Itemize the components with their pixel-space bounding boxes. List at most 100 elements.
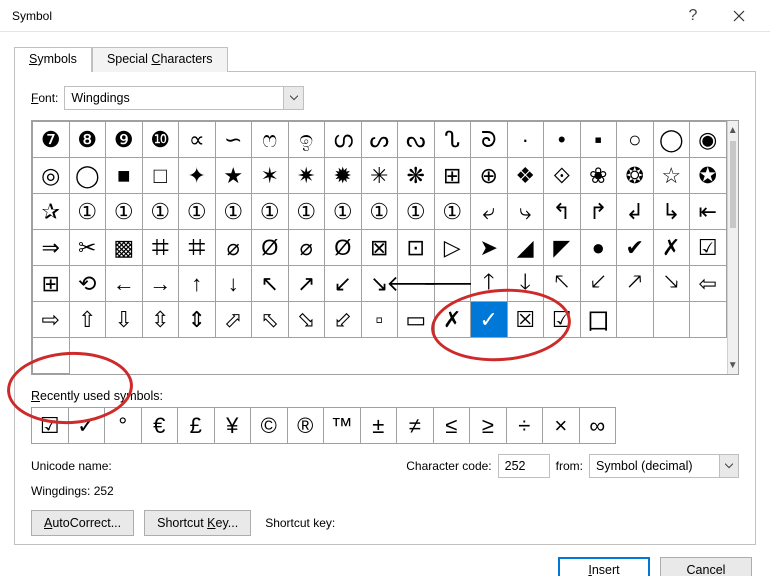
symbol-cell[interactable]: ①	[435, 194, 472, 230]
symbol-cell[interactable]: ✷	[289, 158, 326, 194]
from-combo[interactable]	[589, 454, 739, 478]
symbol-cell[interactable]: ☑	[544, 302, 581, 338]
symbol-cell[interactable]: ᘐ	[471, 122, 508, 158]
tab-symbols[interactable]: Symbols	[14, 47, 92, 72]
recent-symbol-cell[interactable]: ≤	[434, 408, 471, 444]
symbol-cell[interactable]: ①	[179, 194, 216, 230]
symbol-cell[interactable]: ▩	[106, 230, 143, 266]
symbol-cell[interactable]	[33, 338, 70, 374]
symbol-cell[interactable]: ●	[581, 230, 618, 266]
symbol-cell[interactable]: ⊡	[398, 230, 435, 266]
symbol-cell[interactable]: ✹	[325, 158, 362, 194]
symbol-cell[interactable]: ✂	[70, 230, 107, 266]
symbol-cell[interactable]: ◢	[508, 230, 545, 266]
symbol-cell[interactable]: ①	[362, 194, 399, 230]
symbol-cell[interactable]: ①	[106, 194, 143, 230]
recent-symbol-cell[interactable]: ±	[361, 408, 398, 444]
symbol-cell[interactable]: ☆	[654, 158, 691, 194]
symbol-cell[interactable]: ⬃	[325, 302, 362, 338]
recent-symbol-cell[interactable]: °	[105, 408, 142, 444]
symbol-cell[interactable]: ①	[252, 194, 289, 230]
symbol-cell[interactable]: ⬂	[289, 302, 326, 338]
symbol-cell[interactable]: ☑	[690, 230, 727, 266]
symbol-cell[interactable]: ↓	[216, 266, 253, 302]
symbol-cell[interactable]: ❽	[70, 122, 107, 158]
symbol-cell[interactable]: ⟐	[544, 158, 581, 194]
symbol-cell[interactable]: ❿	[143, 122, 180, 158]
recent-symbol-cell[interactable]: ☑	[32, 408, 69, 444]
symbol-cell[interactable]: ○	[617, 122, 654, 158]
symbol-cell[interactable]: ■	[106, 158, 143, 194]
symbol-cell[interactable]: ⬁	[252, 302, 289, 338]
recent-symbol-cell[interactable]: ×	[543, 408, 580, 444]
symbol-cell[interactable]	[654, 302, 691, 338]
symbol-cell[interactable]: ✰	[33, 194, 70, 230]
cancel-button[interactable]: Cancel	[660, 557, 752, 576]
symbol-cell[interactable]: ⊞	[33, 266, 70, 302]
symbol-cell[interactable]: ①	[325, 194, 362, 230]
symbol-cell[interactable]: ❂	[617, 158, 654, 194]
symbol-cell[interactable]: ᔓ	[398, 122, 435, 158]
symbol-cell[interactable]: ★	[216, 158, 253, 194]
symbol-cell[interactable]: ⌀	[216, 230, 253, 266]
symbol-cell[interactable]: 🡔	[544, 266, 581, 302]
symbol-cell[interactable]: ↙	[325, 266, 362, 302]
symbol-cell[interactable]: ✳	[362, 158, 399, 194]
symbol-cell[interactable]: ←	[106, 266, 143, 302]
help-button[interactable]: ?	[670, 0, 716, 32]
scroll-thumb[interactable]	[730, 141, 737, 228]
symbol-cell[interactable]: ✶	[252, 158, 289, 194]
symbol-cell[interactable]: ◎	[33, 158, 70, 194]
shortcut-key-button[interactable]: Shortcut Key...	[144, 510, 251, 536]
symbol-cell[interactable]: ☒	[508, 302, 545, 338]
symbol-cell[interactable]: ❾	[106, 122, 143, 158]
symbol-cell[interactable]: ⊕	[471, 158, 508, 194]
symbol-cell[interactable]: ↱	[581, 194, 618, 230]
symbol-cell[interactable]: ▫	[362, 302, 399, 338]
symbol-cell[interactable]: ❀	[581, 158, 618, 194]
symbol-cell[interactable]: ◯	[70, 158, 107, 194]
scroll-track[interactable]	[728, 139, 739, 356]
symbol-cell[interactable]: 🡒	[435, 266, 472, 302]
symbol-cell[interactable]: ①	[70, 194, 107, 230]
symbol-cell[interactable]: ◤	[544, 230, 581, 266]
symbol-cell[interactable]: ⌀	[289, 230, 326, 266]
symbol-cell[interactable]: ↳	[654, 194, 691, 230]
symbol-cell[interactable]: ◉	[690, 122, 727, 158]
recent-symbol-cell[interactable]: ¥	[215, 408, 252, 444]
symbol-cell[interactable]: ①	[398, 194, 435, 230]
symbol-cell[interactable]: 🡖	[654, 266, 691, 302]
symbol-cell[interactable]: ✗	[654, 230, 691, 266]
symbol-cell[interactable]: 囗	[581, 302, 618, 338]
recent-symbol-cell[interactable]: £	[178, 408, 215, 444]
symbol-cell[interactable]: ⇩	[106, 302, 143, 338]
symbol-cell[interactable]: ①	[216, 194, 253, 230]
symbol-cell[interactable]: 🡕	[617, 266, 654, 302]
symbol-cell[interactable]: ↰	[544, 194, 581, 230]
from-dropdown-button[interactable]	[719, 455, 738, 477]
recent-symbol-cell[interactable]: ™	[324, 408, 361, 444]
scroll-down-arrow[interactable]: ▼	[728, 356, 739, 374]
symbol-cell[interactable]: ෆ	[252, 122, 289, 158]
font-combo[interactable]	[64, 86, 304, 110]
symbol-cell[interactable]: 🡗	[581, 266, 618, 302]
close-button[interactable]	[716, 0, 762, 32]
symbol-cell[interactable]: Ø	[252, 230, 289, 266]
symbol-cell[interactable]: ⇒	[33, 230, 70, 266]
symbol-cell[interactable]: ⇤	[690, 194, 727, 230]
symbol-cell[interactable]: →	[143, 266, 180, 302]
symbol-cell[interactable]	[690, 302, 727, 338]
symbol-cell[interactable]: ⊠	[362, 230, 399, 266]
symbol-cell[interactable]: ⇧	[70, 302, 107, 338]
symbol-cell[interactable]: •	[544, 122, 581, 158]
symbol-cell[interactable]	[617, 302, 654, 338]
symbol-cell[interactable]: ⤷	[508, 194, 545, 230]
font-input[interactable]	[65, 87, 283, 109]
symbol-cell[interactable]: ↖	[252, 266, 289, 302]
symbol-cell[interactable]: ↲	[617, 194, 654, 230]
recent-symbol-cell[interactable]: ®	[288, 408, 325, 444]
symbol-cell[interactable]: ⊞	[435, 158, 472, 194]
symbol-cell[interactable]: ⇦	[690, 266, 727, 302]
tab-special-characters[interactable]: Special Characters	[92, 47, 228, 72]
font-dropdown-button[interactable]	[283, 87, 303, 109]
